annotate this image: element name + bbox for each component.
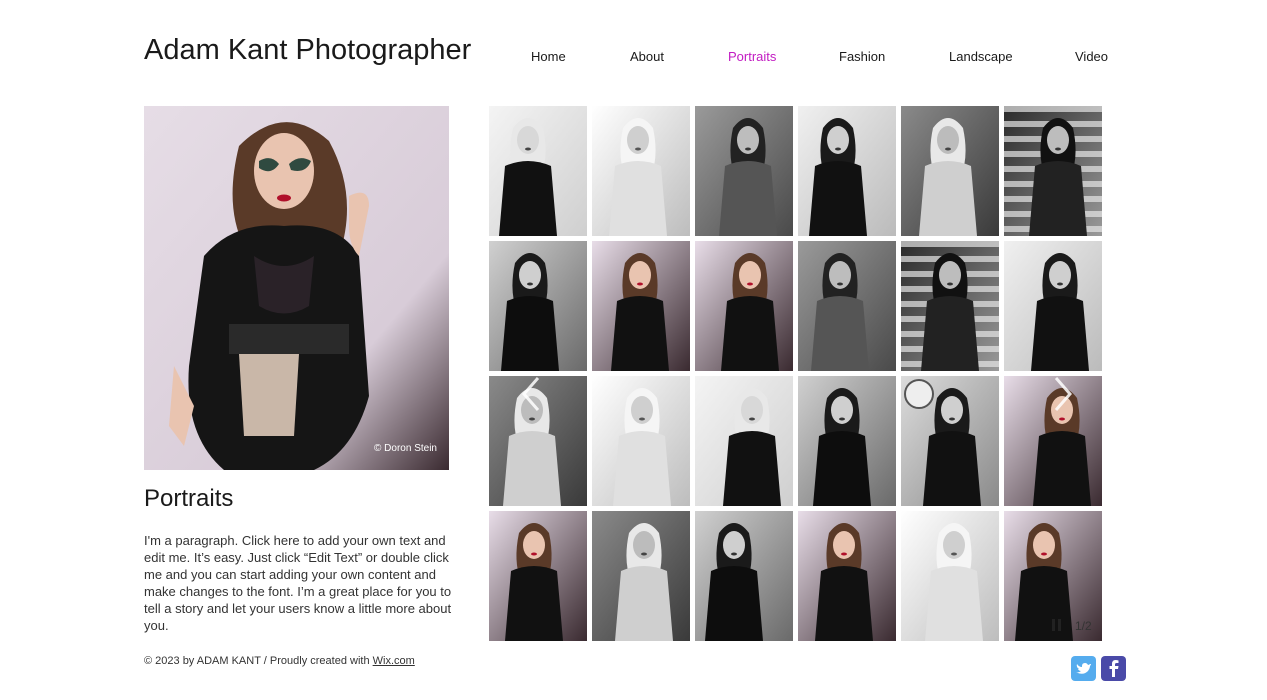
gallery-thumbnail[interactable] [1004,106,1102,236]
thumbnail-image [798,376,896,506]
gallery-thumbnail[interactable] [798,511,896,641]
gallery-thumbnail[interactable] [901,241,999,371]
thumbnail-image [592,241,690,371]
thumbnail-image [1004,106,1102,236]
photo-credit: © Doron Stein [374,443,437,454]
gallery-prev-button[interactable] [516,374,546,414]
main-nav: Home About Portraits Fashion Landscape V… [0,49,1267,67]
gallery-thumbnail[interactable] [489,511,587,641]
slideshow-pause-button[interactable] [1052,619,1062,631]
nav-item-home[interactable]: Home [531,49,566,64]
chevron-right-icon [1054,377,1072,411]
thumbnail-image [695,106,793,236]
gallery-thumbnail[interactable] [901,376,999,506]
gallery-thumbnail[interactable] [489,106,587,236]
nav-item-about[interactable]: About [630,49,664,64]
gallery-thumbnail[interactable] [695,241,793,371]
gallery-next-button[interactable] [1048,374,1078,414]
thumbnail-image [901,241,999,371]
thumbnail-image [1004,241,1102,371]
footer: © 2023 by ADAM KANT / Proudly created wi… [144,655,415,667]
gallery-thumbnail[interactable] [592,106,690,236]
nav-item-video[interactable]: Video [1075,49,1108,64]
gallery-counter: 1/2 [1075,619,1092,633]
thumbnail-image [901,511,999,641]
thumbnail-image [798,511,896,641]
nav-item-portraits[interactable]: Portraits [728,49,776,64]
chevron-left-icon [522,377,540,411]
gallery-thumbnail[interactable] [1004,241,1102,371]
nav-item-fashion[interactable]: Fashion [839,49,885,64]
thumbnail-image [901,106,999,236]
wix-link[interactable]: Wix.com [373,655,415,667]
thumbnail-image [798,241,896,371]
thumbnail-image [592,376,690,506]
gallery-thumbnail[interactable] [592,376,690,506]
photo-gallery [489,106,1102,641]
gallery-thumbnail[interactable] [901,511,999,641]
gallery-thumbnail[interactable] [592,241,690,371]
facebook-icon [1109,660,1119,677]
twitter-button[interactable] [1071,656,1096,681]
thumbnail-image [489,511,587,641]
gallery-thumbnail[interactable] [489,241,587,371]
gallery-thumbnail[interactable] [592,511,690,641]
thumbnail-image [798,106,896,236]
thumbnail-image [489,241,587,371]
portrait-image [144,106,449,470]
thumbnail-image [592,511,690,641]
thumbnail-image [592,106,690,236]
thumbnail-image [695,241,793,371]
thumbnail-image [695,376,793,506]
gallery-thumbnail[interactable] [798,241,896,371]
gallery-thumbnail[interactable] [695,511,793,641]
thumbnail-image [489,106,587,236]
nav-item-landscape[interactable]: Landscape [949,49,1013,64]
gallery-thumbnail[interactable] [798,106,896,236]
thumbnail-image [695,511,793,641]
pause-icon [1052,619,1055,631]
twitter-icon [1076,663,1091,674]
intro-paragraph: I'm a paragraph. Click here to add your … [144,533,452,633]
footer-text: © 2023 by ADAM KANT / Proudly created wi… [144,655,373,667]
gallery-thumbnail[interactable] [798,376,896,506]
feature-photo: © Doron Stein [144,106,449,470]
thumbnail-image [901,376,999,506]
gallery-thumbnail[interactable] [695,106,793,236]
page-title: Portraits [144,485,234,512]
facebook-button[interactable] [1101,656,1126,681]
gallery-thumbnail[interactable] [695,376,793,506]
gallery-thumbnail[interactable] [901,106,999,236]
